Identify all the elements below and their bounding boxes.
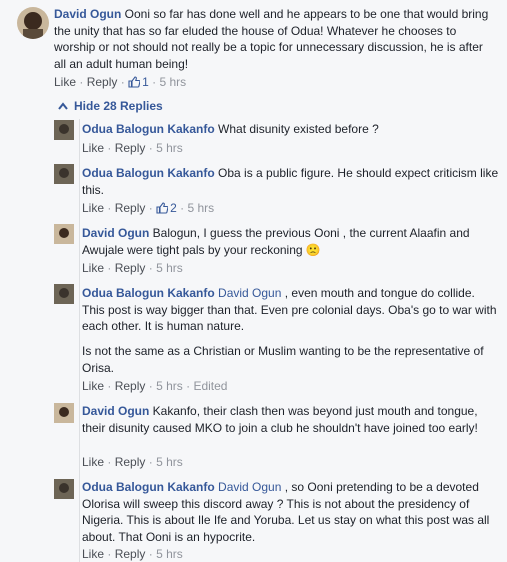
timestamp[interactable]: 5 hrs bbox=[156, 379, 183, 393]
hide-replies-link[interactable]: Hide 28 Replies bbox=[58, 99, 163, 113]
comment-actions: Like · Reply · 5 hrs bbox=[82, 547, 183, 561]
like-button[interactable]: Like bbox=[82, 379, 104, 393]
comment-actions: Like · Reply · 5 hrs · Edited bbox=[82, 379, 228, 393]
reply-body: Odua Balogun Kakanfo What disunity exist… bbox=[82, 121, 500, 138]
reply-body: Odua Balogun Kakanfo David Ogun , so Oon… bbox=[82, 479, 500, 545]
comment-author[interactable]: Odua Balogun Kakanfo bbox=[82, 166, 215, 180]
comment-author[interactable]: David Ogun bbox=[54, 7, 121, 21]
thumbs-up-icon bbox=[128, 76, 141, 88]
profile-photo-icon bbox=[23, 12, 43, 39]
timestamp[interactable]: 5 hrs bbox=[156, 141, 183, 155]
reply-button[interactable]: Reply bbox=[115, 201, 146, 215]
like-button[interactable]: Like bbox=[54, 75, 76, 89]
thumbs-up-icon bbox=[156, 202, 169, 214]
comment-author[interactable]: Odua Balogun Kakanfo bbox=[82, 480, 215, 494]
timestamp[interactable]: 5 hrs bbox=[187, 201, 214, 215]
avatar[interactable] bbox=[17, 7, 49, 39]
reply-button[interactable]: Reply bbox=[115, 261, 146, 275]
comment-text: Is not the same as a Christian or Muslim… bbox=[82, 344, 484, 375]
avatar[interactable] bbox=[54, 479, 74, 499]
chevron-up-icon bbox=[58, 99, 68, 113]
timestamp[interactable]: 5 hrs bbox=[156, 455, 183, 469]
comment-actions: Like · Reply · 2 · 5 hrs bbox=[82, 201, 215, 215]
avatar[interactable] bbox=[54, 164, 74, 184]
comment-author[interactable]: Odua Balogun Kakanfo bbox=[82, 122, 215, 136]
like-button[interactable]: Like bbox=[82, 141, 104, 155]
avatar[interactable] bbox=[54, 120, 74, 140]
profile-photo-icon bbox=[54, 164, 74, 184]
avatar[interactable] bbox=[54, 284, 74, 304]
comment-author[interactable]: David Ogun bbox=[82, 226, 149, 240]
reply-body: David Ogun Kakanfo, their clash then was… bbox=[82, 403, 500, 436]
profile-photo-icon bbox=[54, 284, 74, 304]
profile-photo-icon bbox=[54, 224, 74, 244]
comment-author[interactable]: David Ogun bbox=[82, 404, 149, 418]
like-count[interactable]: 1 bbox=[128, 75, 149, 89]
comment-author[interactable]: Odua Balogun Kakanfo bbox=[82, 286, 215, 300]
like-button[interactable]: Like bbox=[82, 547, 104, 561]
reply-body-paragraph: Is not the same as a Christian or Muslim… bbox=[82, 343, 500, 376]
like-button[interactable]: Like bbox=[82, 261, 104, 275]
mention-link[interactable]: David Ogun bbox=[215, 480, 281, 494]
comment-actions: Like · Reply · 5 hrs bbox=[82, 261, 183, 275]
profile-photo-icon bbox=[54, 120, 74, 140]
timestamp[interactable]: 5 hrs bbox=[156, 261, 183, 275]
timestamp[interactable]: 5 hrs bbox=[156, 547, 183, 561]
timestamp[interactable]: 5 hrs bbox=[159, 75, 186, 89]
comment-actions: Like · Reply · 5 hrs bbox=[82, 455, 183, 469]
reply-button[interactable]: Reply bbox=[87, 75, 118, 89]
reply-button[interactable]: Reply bbox=[115, 455, 146, 469]
reply-body: Odua Balogun Kakanfo Oba is a public fig… bbox=[82, 165, 500, 198]
profile-photo-icon bbox=[54, 479, 74, 499]
edited-label[interactable]: Edited bbox=[193, 379, 227, 393]
profile-photo-icon bbox=[54, 403, 74, 423]
reply-button[interactable]: Reply bbox=[115, 547, 146, 561]
reply-button[interactable]: Reply bbox=[115, 379, 146, 393]
comment-actions: Like · Reply · 5 hrs bbox=[82, 141, 183, 155]
reply-button[interactable]: Reply bbox=[115, 141, 146, 155]
avatar[interactable] bbox=[54, 224, 74, 244]
avatar[interactable] bbox=[54, 403, 74, 423]
reply-body: Odua Balogun Kakanfo David Ogun , even m… bbox=[82, 285, 500, 335]
like-button[interactable]: Like bbox=[82, 455, 104, 469]
main-comment-body: David Ogun Ooni so far has done well and… bbox=[54, 6, 494, 72]
like-button[interactable]: Like bbox=[82, 201, 104, 215]
like-count[interactable]: 2 bbox=[156, 201, 177, 215]
reply-body: David Ogun Balogun, I guess the previous… bbox=[82, 225, 500, 258]
comment-text: What disunity existed before ? bbox=[214, 122, 379, 136]
comment-actions: Like · Reply · 1 · 5 hrs bbox=[54, 75, 187, 89]
frown-emoji: 🙁 bbox=[305, 242, 321, 257]
mention-link[interactable]: David Ogun bbox=[215, 286, 281, 300]
